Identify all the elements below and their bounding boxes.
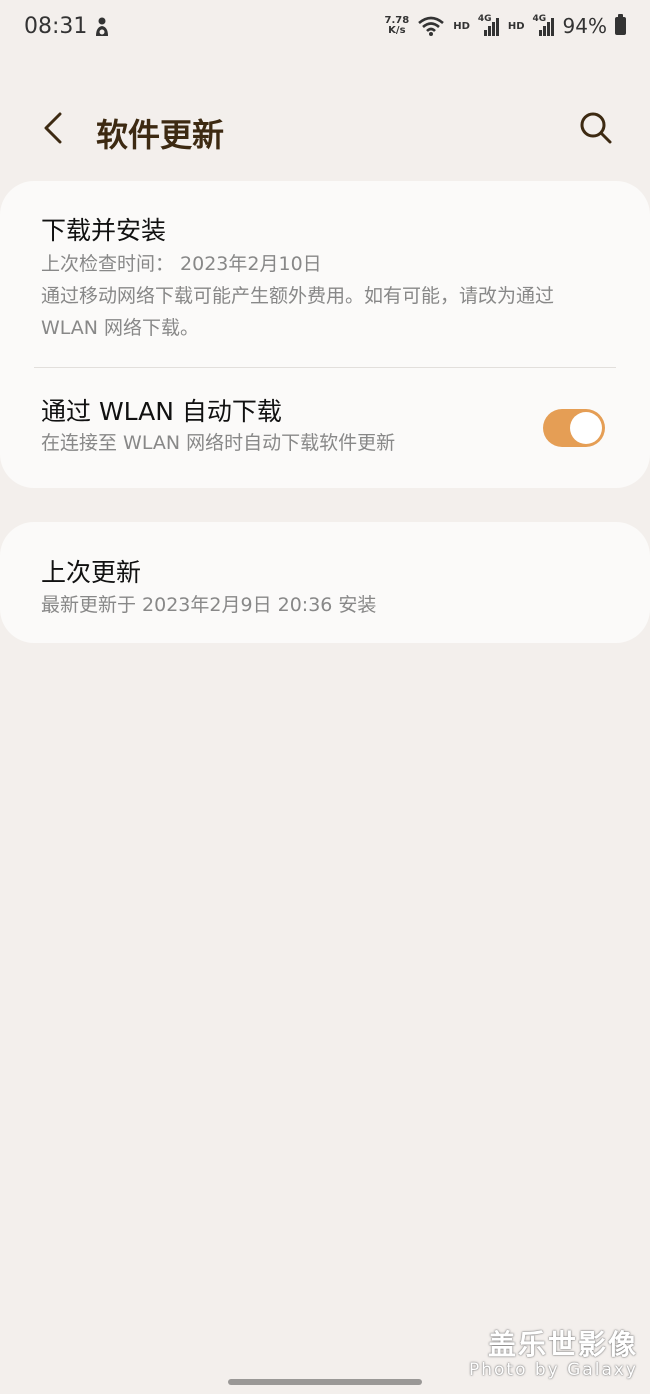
watermark-cn: 盖乐世影像 <box>487 1328 638 1361</box>
auto-download-toggle[interactable] <box>543 409 605 447</box>
mobile-data-note-line2: WLAN 网络下载。 <box>41 317 200 339</box>
download-install-item[interactable]: 下载并安装 上次检查时间： 2023年2月10日 通过移动网络下载可能产生额外费… <box>0 181 650 366</box>
last-update-subtitle: 最新更新于 2023年2月9日 20:36 安装 <box>41 594 377 616</box>
signal-icon: 4G <box>533 14 555 36</box>
net-speed: 7.78 K/s <box>384 15 410 36</box>
watermark-en: Photo by Galaxy <box>468 1360 638 1380</box>
last-update-title: 上次更新 <box>41 558 142 587</box>
hd-badge-2: HD <box>507 20 525 32</box>
search-icon[interactable] <box>576 108 616 148</box>
signal-icon: 4G <box>478 14 500 36</box>
battery-icon <box>615 14 626 35</box>
battery-percent: 94% <box>562 14 607 38</box>
wifi-icon <box>418 16 445 36</box>
home-indicator[interactable] <box>228 1379 422 1385</box>
update-settings-card: 下载并安装 上次检查时间： 2023年2月10日 通过移动网络下载可能产生额外费… <box>0 181 650 488</box>
person-icon <box>96 17 108 36</box>
auto-download-title: 通过 WLAN 自动下载 <box>41 397 282 426</box>
toggle-knob <box>570 412 602 444</box>
auto-download-subtitle: 在连接至 WLAN 网络时自动下载软件更新 <box>41 432 396 454</box>
last-check-time: 上次检查时间： 2023年2月10日 <box>41 253 322 275</box>
app-header: 软件更新 <box>0 90 650 170</box>
mobile-data-note-line1: 通过移动网络下载可能产生额外费用。如有可能，请改为通过 <box>41 285 555 307</box>
chevron-left-icon[interactable] <box>34 108 74 148</box>
status-icons: 7.78 K/s HD 4G HD 4G 94% <box>385 14 626 38</box>
status-bar: 08:31 7.78 K/s HD 4G HD 4G 94% <box>0 0 650 58</box>
status-time: 08:31 <box>24 14 88 39</box>
watermark: 盖乐世影像 Photo by Galaxy <box>468 1328 638 1381</box>
page-title: 软件更新 <box>96 116 225 154</box>
last-update-card[interactable]: 上次更新 最新更新于 2023年2月9日 20:36 安装 <box>0 522 650 643</box>
hd-badge-1: HD <box>453 20 470 32</box>
download-install-title: 下载并安装 <box>41 216 167 245</box>
